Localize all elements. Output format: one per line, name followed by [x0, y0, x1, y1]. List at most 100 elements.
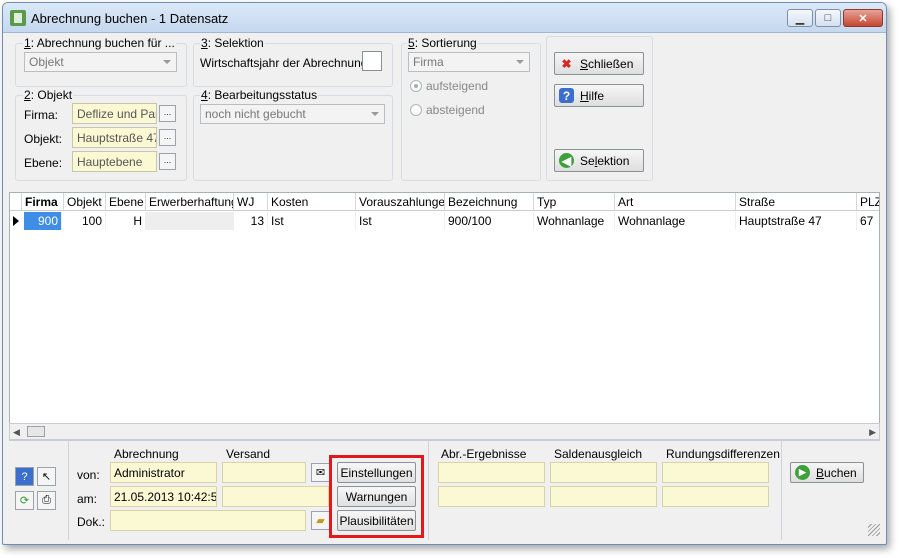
data-grid[interactable]: Firma Objekt Ebene Erwerberhaftung WJ Ko… — [9, 192, 880, 427]
versand-am-field[interactable] — [222, 486, 329, 507]
scroll-left-icon: ◀ — [13, 427, 20, 437]
column-header-firma[interactable]: Firma — [22, 193, 64, 211]
abrechnung-von-field[interactable]: Administrator — [110, 462, 217, 483]
schliessen-button[interactable]: ✖ Schließen — [554, 52, 644, 75]
ebene-label: Ebene: — [24, 156, 63, 170]
abr-ergebnisse-field-2[interactable] — [438, 486, 545, 507]
rundungsdifferenzen-field-2[interactable] — [662, 486, 769, 507]
column-header-typ[interactable]: Typ — [534, 193, 615, 211]
abr-ergebnisse-field-1[interactable] — [438, 462, 545, 483]
absteigend-label: absteigend — [426, 103, 485, 117]
von-label: von: — [77, 468, 100, 482]
cell-erwerberhaftung[interactable] — [146, 212, 234, 230]
cell-objekt[interactable]: 100 — [64, 212, 106, 230]
firma-field[interactable]: Deflize und Partr — [72, 103, 157, 124]
scrollbar-thumb[interactable] — [27, 426, 45, 437]
dokument-field[interactable] — [110, 510, 306, 531]
arrow-left-icon: ◀ — [559, 153, 574, 168]
column-header-kosten[interactable]: Kosten — [268, 193, 356, 211]
divider — [781, 440, 782, 540]
highlight-box — [329, 455, 424, 538]
rundungsdifferenzen-field-1[interactable] — [662, 462, 769, 483]
column-header-plz[interactable]: PLZ — [857, 193, 879, 211]
firma-lookup-button[interactable]: ... — [159, 105, 176, 122]
wirtschaftsjahr-label: Wirtschaftsjahr der Abrechnung: — [200, 56, 371, 70]
abrechnung-am-field[interactable]: 21.05.2013 10:42:53 — [110, 486, 217, 507]
divider — [68, 440, 69, 540]
abrechnung-column-label: Abrechnung — [114, 447, 179, 461]
column-header-wj[interactable]: WJ — [234, 193, 268, 211]
cell-bezeichnung[interactable]: 900/100 — [445, 212, 534, 230]
divider — [428, 440, 429, 540]
help-icon[interactable]: ? — [15, 467, 34, 486]
minimize-button[interactable]: ▁ — [787, 9, 813, 27]
saldenausgleich-label: Saldenausgleich — [554, 447, 643, 461]
cell-plz[interactable]: 67 — [857, 212, 879, 230]
ebene-field[interactable]: Hauptebene — [72, 151, 157, 172]
bearbeitungsstatus-select[interactable]: noch nicht gebucht — [200, 104, 385, 124]
column-header-ebene[interactable]: Ebene — [106, 193, 146, 211]
close-window-button[interactable]: ✕ — [843, 9, 883, 27]
group4-title: 4: Bearbeitungsstatus — [200, 88, 319, 102]
cell-strasse[interactable]: Hauptstraße 47 — [736, 212, 857, 230]
chevron-down-icon — [516, 60, 524, 64]
column-header-art[interactable]: Art — [615, 193, 736, 211]
column-header-vorauszahlungen[interactable]: Vorauszahlungen — [356, 193, 445, 211]
hilfe-button[interactable]: ? Hilfe — [554, 84, 644, 107]
saldenausgleich-field-2[interactable] — [550, 486, 657, 507]
app-icon — [10, 10, 26, 26]
objekt-label: Objekt: — [24, 132, 63, 146]
selektion-button[interactable]: ◀ Se l ektion — [554, 149, 644, 172]
group3-title: 3: Selektion — [200, 36, 265, 50]
cell-art[interactable]: Wohnanlage — [615, 212, 736, 230]
absteigend-radio[interactable] — [410, 104, 422, 116]
am-label: am: — [77, 492, 98, 506]
current-row-icon — [13, 216, 19, 226]
cell-wj[interactable]: 13 — [234, 212, 268, 230]
objekt-field[interactable]: Hauptstraße 47, — [72, 127, 157, 148]
dok-label: Dok.: — [77, 515, 106, 529]
wirtschaftsjahr-field[interactable] — [362, 51, 382, 71]
cell-typ[interactable]: Wohnanlage — [534, 212, 615, 230]
scroll-right-icon: ▶ — [869, 427, 876, 437]
rundungsdifferenzen-label: Rundungsdifferenzen — [666, 447, 780, 461]
ebene-lookup-button[interactable]: ... — [159, 153, 176, 170]
folder-icon[interactable]: ▰ — [311, 511, 330, 530]
column-header-bezeichnung[interactable]: Bezeichnung — [445, 193, 534, 211]
cell-firma[interactable]: 900 — [24, 212, 62, 230]
column-header-erwerberhaftung[interactable]: Erwerberhaftung — [146, 193, 234, 211]
aufsteigend-radio[interactable] — [410, 80, 422, 92]
abr-ergebnisse-label: Abr.-Ergebnisse — [441, 447, 527, 461]
chevron-down-icon — [371, 112, 379, 116]
row-header-corner — [10, 193, 22, 211]
horizontal-scrollbar[interactable]: ◀ ▶ — [9, 423, 880, 440]
group2-title: 2: Objekt — [23, 88, 74, 102]
pointer-icon[interactable]: ↖ — [37, 467, 56, 486]
resize-grip-icon[interactable] — [868, 524, 880, 536]
help-icon: ? — [559, 88, 574, 103]
cell-kosten[interactable]: Ist — [268, 212, 356, 230]
cell-vorauszahlungen[interactable]: Ist — [356, 212, 445, 230]
chevron-down-icon — [163, 60, 171, 64]
aufsteigend-label: aufsteigend — [426, 79, 489, 93]
buchen-button[interactable]: ▶ Buchen — [790, 462, 864, 483]
column-header-strasse[interactable]: Straße — [736, 193, 857, 211]
sortierung-select[interactable]: Firma — [408, 52, 530, 72]
window-title: Abrechnung buchen - 1 Datensatz — [31, 11, 229, 26]
cell-ebene[interactable]: H — [106, 212, 146, 230]
versand-von-field[interactable] — [222, 462, 306, 483]
saldenausgleich-field-1[interactable] — [550, 462, 657, 483]
arrow-right-icon: ▶ — [795, 465, 810, 480]
firma-label: Firma: — [24, 108, 58, 122]
print-icon[interactable]: ⎙ — [37, 491, 56, 510]
objekt-lookup-button[interactable]: ... — [159, 129, 176, 146]
title-bar: Abrechnung buchen - 1 Datensatz ▁ □ ✕ — [3, 3, 886, 33]
group1-title: 1: Abrechnung buchen für ... — [23, 36, 176, 50]
maximize-button[interactable]: □ — [815, 9, 841, 27]
column-header-objekt[interactable]: Objekt — [64, 193, 106, 211]
abrechnung-fuer-select[interactable]: Objekt — [24, 52, 177, 72]
close-icon: ✖ — [561, 56, 572, 71]
mail-icon[interactable]: ✉ — [311, 463, 330, 482]
group5-title: 5: Sortierung — [407, 36, 478, 50]
refresh-icon[interactable]: ⟳ — [15, 491, 34, 510]
